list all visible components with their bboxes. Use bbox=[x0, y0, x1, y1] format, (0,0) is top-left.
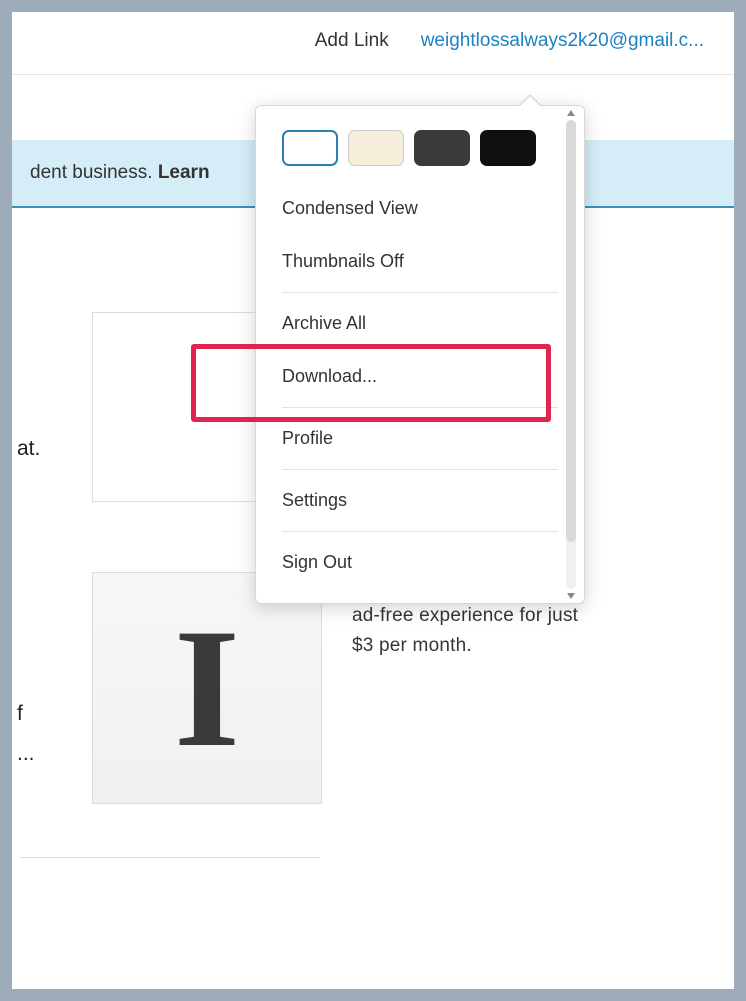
dropdown-scrollbar[interactable] bbox=[566, 120, 576, 589]
truncated-text-fragment: at. bbox=[17, 437, 40, 461]
article-row: I unlimited notes, and an ad-free experi… bbox=[12, 572, 704, 804]
account-dropdown-menu: Condensed View Thumbnails Off Archive Al… bbox=[255, 105, 585, 604]
theme-swatch-gray[interactable] bbox=[414, 130, 470, 166]
menu-item-profile[interactable]: Profile bbox=[256, 412, 584, 465]
menu-item-sign-out[interactable]: Sign Out bbox=[256, 536, 584, 589]
account-menu-trigger[interactable]: weightlossalways2k20@gmail.c... bbox=[421, 30, 704, 52]
theme-swatch-black[interactable] bbox=[480, 130, 536, 166]
truncated-text-fragment: f bbox=[17, 702, 23, 726]
menu-divider bbox=[282, 292, 558, 293]
top-bar: Add Link weightlossalways2k20@gmail.c... bbox=[12, 12, 734, 75]
menu-divider bbox=[282, 407, 558, 408]
menu-item-thumbnails-off[interactable]: Thumbnails Off bbox=[256, 235, 584, 288]
banner-text: dent business. bbox=[30, 162, 158, 183]
theme-swatch-cream[interactable] bbox=[348, 130, 404, 166]
menu-item-archive-all[interactable]: Archive All bbox=[256, 297, 584, 350]
menu-item-condensed-view[interactable]: Condensed View bbox=[256, 182, 584, 235]
instapaper-logo-icon: I bbox=[174, 591, 240, 786]
divider bbox=[20, 857, 320, 858]
menu-divider bbox=[282, 531, 558, 532]
truncated-text-fragment: ... bbox=[17, 742, 35, 766]
banner-learn-link[interactable]: Learn bbox=[158, 162, 210, 183]
menu-divider bbox=[282, 469, 558, 470]
menu-item-download[interactable]: Download... bbox=[256, 350, 584, 403]
scrollbar-thumb[interactable] bbox=[566, 120, 576, 542]
scroll-down-icon bbox=[567, 593, 575, 599]
theme-swatch-white[interactable] bbox=[282, 130, 338, 166]
instapaper-promo-thumbnail[interactable]: I bbox=[92, 572, 322, 804]
menu-item-settings[interactable]: Settings bbox=[256, 474, 584, 527]
add-link-button[interactable]: Add Link bbox=[315, 30, 389, 52]
scroll-up-icon bbox=[567, 110, 575, 116]
theme-picker-row bbox=[256, 118, 584, 182]
app-window: Add Link weightlossalways2k20@gmail.c...… bbox=[12, 12, 734, 989]
